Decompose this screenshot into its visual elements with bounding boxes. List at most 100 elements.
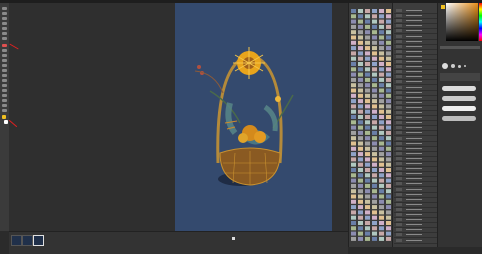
color-swatch [386, 125, 391, 130]
color-swatch [365, 14, 370, 19]
color-swatch [365, 136, 370, 141]
layer-thumbnail-icon [396, 233, 402, 237]
color-swatch [365, 30, 370, 35]
brush-preview-3[interactable] [442, 106, 476, 111]
layer-name [406, 127, 422, 129]
brush-slider[interactable] [440, 73, 480, 81]
canvas-thumbnail-3[interactable] [33, 235, 44, 246]
brush-preview-2[interactable] [442, 96, 476, 101]
sub-color-icon[interactable] [4, 120, 8, 124]
fill-icon[interactable] [2, 69, 7, 72]
color-swatch [386, 205, 391, 210]
layer-name [406, 178, 422, 180]
layer-thumbnail-icon [396, 228, 402, 232]
layer-name [406, 229, 422, 231]
current-color-icon[interactable] [441, 5, 445, 9]
color-swatch [358, 9, 363, 13]
color-swatch [358, 226, 363, 231]
color-swatch [372, 130, 377, 135]
hand-icon[interactable] [2, 32, 7, 35]
layer-name [406, 214, 422, 215]
shape-icon[interactable] [2, 79, 7, 82]
color-swatch [351, 99, 356, 104]
layer-thumbnail-icon [396, 177, 402, 181]
text-icon[interactable] [2, 84, 7, 87]
layer-thumbnail-icon [396, 29, 402, 33]
color-swatch [351, 88, 356, 93]
brush-size-preview[interactable] [442, 63, 448, 69]
color-swatch [386, 24, 391, 29]
color-swatch [386, 46, 391, 51]
color-swatch [379, 14, 384, 19]
color-swatch [372, 120, 377, 125]
berry-1 [197, 65, 201, 69]
main-color-icon[interactable] [2, 115, 6, 119]
brush-preview-4[interactable] [442, 116, 476, 121]
smudge-icon[interactable] [2, 94, 7, 97]
brush-size-preview-3[interactable] [458, 65, 461, 68]
frame-icon[interactable] [2, 104, 7, 107]
color-wheel[interactable] [446, 3, 478, 41]
color-swatch [372, 152, 377, 157]
color-swatch [365, 99, 370, 104]
color-swatch [358, 120, 363, 125]
blur-icon[interactable] [2, 89, 7, 92]
balloon-icon[interactable] [2, 109, 7, 112]
layer-name [406, 55, 422, 57]
ruler-icon[interactable] [2, 99, 7, 102]
color-swatch [358, 178, 363, 183]
layer-row[interactable] [394, 238, 437, 244]
color-swatch [379, 62, 384, 66]
color-swatch [379, 221, 384, 225]
eyedropper-icon[interactable] [2, 27, 7, 30]
color-swatch [372, 168, 377, 172]
layer-name [406, 91, 422, 93]
lasso-icon[interactable] [2, 17, 7, 20]
brush-size-preview-4[interactable] [464, 65, 466, 67]
layer-name [406, 224, 422, 226]
color-swatch [372, 46, 377, 51]
layer-thumbnail-icon [396, 126, 402, 130]
brush-size-preview-2[interactable] [451, 64, 455, 68]
color-swatch [365, 40, 370, 45]
color-swatch [386, 199, 391, 204]
gradient-icon[interactable] [2, 74, 7, 77]
color-swatch [379, 83, 384, 88]
brush-icon[interactable] [2, 54, 7, 57]
canvas[interactable] [175, 3, 332, 231]
color-swatch [351, 67, 356, 72]
color-swatch [365, 104, 370, 109]
airbrush-icon[interactable] [2, 59, 7, 62]
color-swatch [358, 215, 363, 220]
color-swatch [372, 146, 377, 151]
color-swatch-grid[interactable] [349, 9, 393, 245]
panel-tabs[interactable] [440, 46, 480, 49]
select-icon[interactable] [2, 12, 7, 15]
magic-wand-icon[interactable] [2, 22, 7, 25]
color-swatch [358, 183, 363, 188]
layer-name [406, 50, 422, 52]
chrysanthemum-right [254, 131, 266, 143]
color-swatch [379, 189, 384, 194]
color-swatch [358, 157, 363, 162]
layer-name [406, 96, 422, 98]
color-swatch [372, 231, 377, 236]
canvas-thumbnail-2[interactable] [22, 235, 33, 246]
layer-thumbnail-icon [396, 167, 402, 171]
zoom-icon[interactable] [2, 37, 7, 40]
canvas-thumbnail-1[interactable] [11, 235, 22, 246]
eraser-icon[interactable] [2, 64, 7, 67]
pencil-icon[interactable] [2, 49, 7, 52]
move-icon[interactable] [2, 7, 7, 10]
color-swatch [379, 178, 384, 183]
layer-name [406, 193, 422, 195]
layer-name [406, 239, 422, 241]
color-swatch [358, 72, 363, 77]
pen-icon[interactable] [2, 44, 7, 47]
layer-thumbnail-icon [396, 131, 402, 135]
color-swatch [372, 162, 377, 167]
brush-preview-1[interactable] [442, 86, 476, 91]
color-swatch [351, 189, 356, 194]
layer-thumbnail-icon [396, 19, 402, 23]
color-swatch [379, 67, 384, 72]
